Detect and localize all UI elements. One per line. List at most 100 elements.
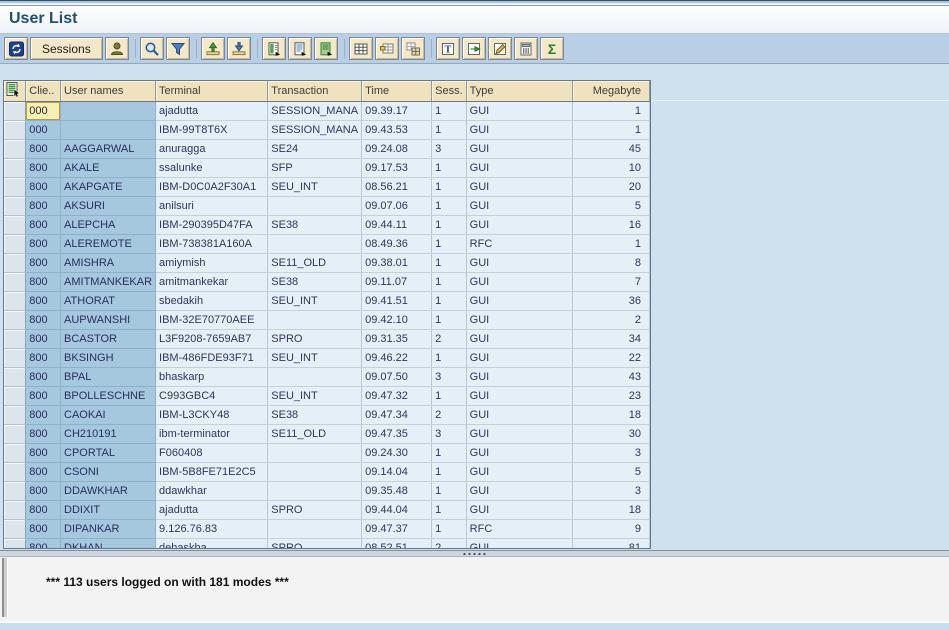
cell-client[interactable]: 800	[26, 292, 61, 311]
cell-user[interactable]: AMITMANKEKAR	[61, 273, 156, 292]
cell-type[interactable]: GUI	[466, 539, 572, 550]
cell-transaction[interactable]: SPRO	[268, 539, 362, 550]
row-selector[interactable]	[4, 292, 26, 311]
cell-type[interactable]: RFC	[466, 235, 572, 254]
cell-user[interactable]: CSONI	[61, 463, 156, 482]
cell-type[interactable]: GUI	[466, 425, 572, 444]
cell-client[interactable]: 000	[26, 102, 61, 121]
row-selector[interactable]	[4, 482, 26, 501]
cell-terminal[interactable]: C993GBC4	[156, 387, 268, 406]
cell-sessions[interactable]: 1	[432, 178, 467, 197]
row-selector[interactable]	[4, 425, 26, 444]
cell-time[interactable]: 09.44.11	[362, 216, 432, 235]
row-selector[interactable]	[4, 178, 26, 197]
cell-type[interactable]: GUI	[466, 463, 572, 482]
cell-user[interactable]: AAGGARWAL	[61, 140, 156, 159]
cell-terminal[interactable]: ajadutta	[156, 501, 268, 520]
change-layout-button[interactable]	[488, 37, 512, 60]
cell-type[interactable]: GUI	[466, 368, 572, 387]
cell-user[interactable]	[61, 102, 156, 121]
send-list-button[interactable]	[314, 37, 338, 60]
cell-client[interactable]: 800	[26, 140, 61, 159]
detach-grid-button[interactable]	[401, 37, 425, 60]
cell-time[interactable]: 09.11.07	[362, 273, 432, 292]
cell-client[interactable]: 800	[26, 273, 61, 292]
cell-transaction[interactable]	[268, 197, 362, 216]
cell-user[interactable]: DDIXIT	[61, 501, 156, 520]
cell-type[interactable]: GUI	[466, 102, 572, 121]
cell-client[interactable]: 000	[26, 121, 61, 140]
row-selector[interactable]	[4, 140, 26, 159]
cell-transaction[interactable]	[268, 463, 362, 482]
spreadsheet-button[interactable]	[462, 37, 486, 60]
cell-megabyte[interactable]: 22	[572, 349, 649, 368]
cell-time[interactable]: 09.07.50	[362, 368, 432, 387]
cell-client[interactable]: 800	[26, 197, 61, 216]
cell-type[interactable]: RFC	[466, 520, 572, 539]
cell-terminal[interactable]: ddawkhar	[156, 482, 268, 501]
cell-time[interactable]: 08.52.51	[362, 539, 432, 550]
cell-user[interactable]	[61, 121, 156, 140]
column-header-client[interactable]: Clie..	[26, 81, 61, 102]
cell-transaction[interactable]: SE11_OLD	[268, 425, 362, 444]
cell-sessions[interactable]: 1	[432, 102, 467, 121]
cell-user[interactable]: AKSURI	[61, 197, 156, 216]
cell-user[interactable]: AKAPGATE	[61, 178, 156, 197]
cell-type[interactable]: GUI	[466, 406, 572, 425]
cell-time[interactable]: 09.44.04	[362, 501, 432, 520]
find-button[interactable]	[140, 37, 164, 60]
cell-time[interactable]: 09.31.35	[362, 330, 432, 349]
cell-sessions[interactable]: 1	[432, 235, 467, 254]
cell-time[interactable]: 09.17.53	[362, 159, 432, 178]
cell-client[interactable]: 800	[26, 330, 61, 349]
cell-transaction[interactable]: SESSION_MANA	[268, 121, 362, 140]
splitter-handle[interactable]	[462, 552, 488, 556]
cell-terminal[interactable]: dehaskha	[156, 539, 268, 550]
row-selector[interactable]	[4, 539, 26, 550]
cell-client[interactable]: 800	[26, 482, 61, 501]
cell-megabyte[interactable]: 18	[572, 406, 649, 425]
cell-sessions[interactable]: 2	[432, 406, 467, 425]
cell-type[interactable]: GUI	[466, 140, 572, 159]
cell-transaction[interactable]	[268, 520, 362, 539]
row-selector[interactable]	[4, 349, 26, 368]
column-header-transaction[interactable]: Transaction	[268, 81, 362, 102]
cell-terminal[interactable]: ajadutta	[156, 102, 268, 121]
cell-transaction[interactable]	[268, 311, 362, 330]
cell-time[interactable]: 09.14.04	[362, 463, 432, 482]
cell-type[interactable]: GUI	[466, 197, 572, 216]
column-header-megabyte[interactable]: Megabyte	[572, 81, 649, 102]
cell-transaction[interactable]: SE38	[268, 273, 362, 292]
cell-megabyte[interactable]: 5	[572, 463, 649, 482]
cell-terminal[interactable]: amitmankekar	[156, 273, 268, 292]
column-header-time[interactable]: Time	[362, 81, 432, 102]
cell-user[interactable]: DKHAN	[61, 539, 156, 550]
sort-ascending-button[interactable]	[201, 37, 225, 60]
cell-type[interactable]: GUI	[466, 159, 572, 178]
cell-time[interactable]: 09.47.32	[362, 387, 432, 406]
cell-megabyte[interactable]: 18	[572, 501, 649, 520]
cell-sessions[interactable]: 1	[432, 121, 467, 140]
cell-client[interactable]: 800	[26, 444, 61, 463]
cell-transaction[interactable]: SFP	[268, 159, 362, 178]
row-selector[interactable]	[4, 463, 26, 482]
cell-client[interactable]: 800	[26, 387, 61, 406]
cell-type[interactable]: GUI	[466, 482, 572, 501]
word-processing-button[interactable]: T	[436, 37, 460, 60]
cell-megabyte[interactable]: 10	[572, 159, 649, 178]
cell-sessions[interactable]: 1	[432, 463, 467, 482]
cell-time[interactable]: 09.39.17	[362, 102, 432, 121]
grid-view-button[interactable]	[349, 37, 373, 60]
column-header-terminal[interactable]: Terminal	[156, 81, 268, 102]
sum-button[interactable]: Σ	[540, 37, 564, 60]
row-selector[interactable]	[4, 387, 26, 406]
cell-user[interactable]: ALEREMOTE	[61, 235, 156, 254]
cell-user[interactable]: AUPWANSHI	[61, 311, 156, 330]
cell-client[interactable]: 800	[26, 235, 61, 254]
cell-time[interactable]: 09.24.30	[362, 444, 432, 463]
row-selector[interactable]	[4, 216, 26, 235]
splitter-bar[interactable]	[0, 550, 949, 557]
cell-megabyte[interactable]: 1	[572, 235, 649, 254]
cell-terminal[interactable]: bhaskarp	[156, 368, 268, 387]
cell-terminal[interactable]: ssalunke	[156, 159, 268, 178]
